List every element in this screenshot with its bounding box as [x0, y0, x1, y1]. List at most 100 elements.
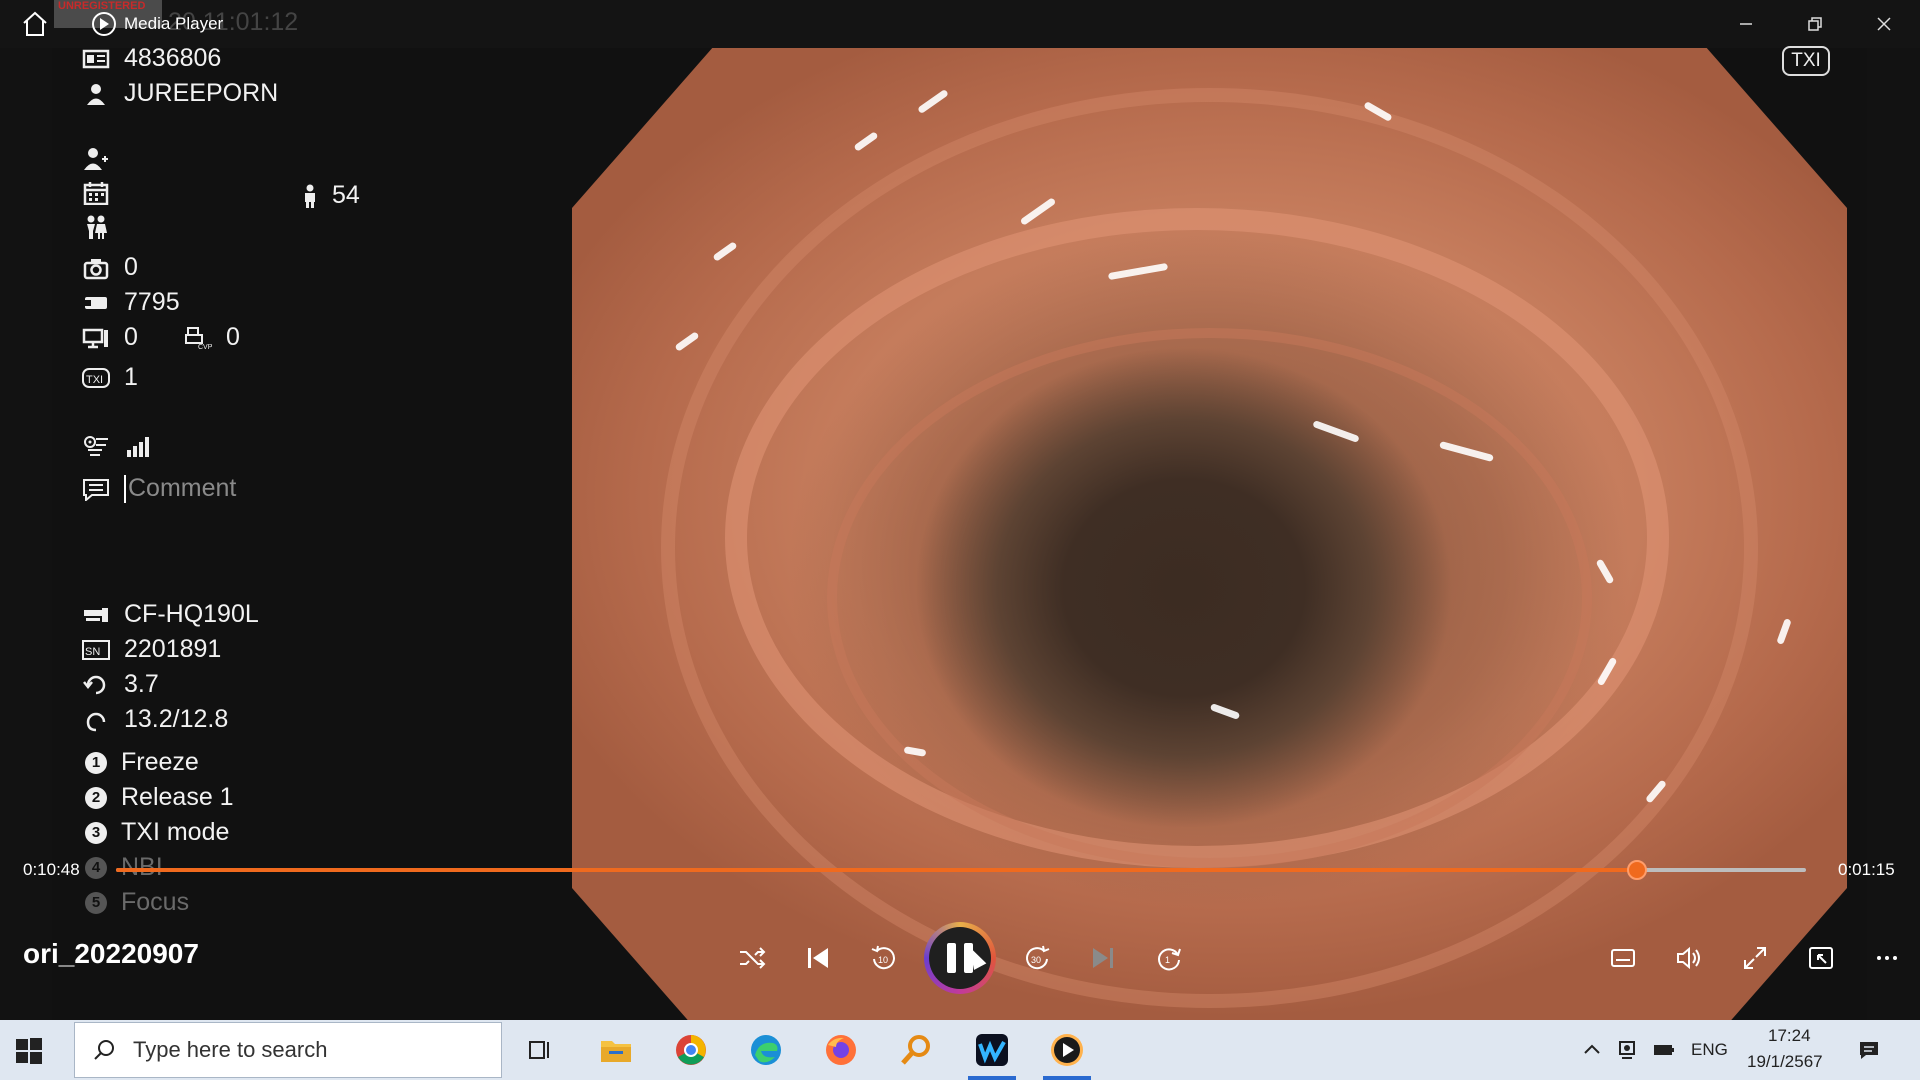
- windows-logo-icon: [16, 1038, 42, 1064]
- more-options-button[interactable]: [1865, 936, 1909, 980]
- seek-bar[interactable]: [116, 860, 1806, 880]
- task-view-button[interactable]: [512, 1026, 568, 1074]
- media-player-app-icon: [1051, 1034, 1083, 1066]
- minimize-button[interactable]: [1723, 6, 1769, 42]
- button-5-row: 5 Focus: [82, 888, 189, 917]
- light-reflection: [674, 331, 700, 352]
- scope-icon: [82, 603, 110, 627]
- fullscreen-icon: [1744, 947, 1766, 969]
- search-icon: [75, 1038, 133, 1062]
- restore-button[interactable]: [1792, 6, 1838, 42]
- endoscopy-frame: [572, 48, 1847, 1020]
- rotation-value: 3.7: [124, 670, 159, 698]
- meeting-tray-icon[interactable]: [1616, 1038, 1640, 1062]
- seek-thumb[interactable]: [1627, 860, 1647, 880]
- photo-count-row: 0: [82, 253, 138, 282]
- fullscreen-button[interactable]: [1733, 936, 1777, 980]
- patient-id: 4836806: [124, 44, 222, 72]
- battery-icon[interactable]: [1652, 1038, 1676, 1062]
- elapsed-time: 0:10:48: [23, 860, 80, 879]
- taskbar-media-player[interactable]: [1039, 1026, 1095, 1080]
- edge-icon: [751, 1035, 781, 1065]
- calendar-icon: [82, 181, 110, 206]
- notifications-icon[interactable]: [1857, 1038, 1881, 1062]
- button-number: 5: [85, 891, 107, 914]
- pause-button[interactable]: [924, 922, 996, 994]
- home-icon[interactable]: [20, 10, 50, 38]
- button-label: TXI mode: [121, 818, 230, 846]
- taskbar-edge[interactable]: [738, 1026, 794, 1074]
- taskbar-webex[interactable]: [964, 1026, 1020, 1080]
- light-reflection: [852, 131, 879, 152]
- taskbar-search-tool[interactable]: [888, 1026, 944, 1074]
- taskbar-chrome[interactable]: [663, 1026, 719, 1074]
- taskbar-firefox[interactable]: [813, 1026, 869, 1074]
- film-count-row: 7795: [82, 288, 180, 317]
- ratio-value: 13.2/12.8: [124, 705, 229, 733]
- ratio-row: 13.2/12.8: [82, 705, 228, 734]
- comment-row[interactable]: Comment: [82, 474, 236, 503]
- taskbar-file-explorer[interactable]: [588, 1026, 644, 1074]
- seek-bar-progress: [116, 868, 1637, 872]
- volume-button[interactable]: [1667, 936, 1711, 980]
- shuffle-button[interactable]: [730, 936, 774, 980]
- remaining-time: 0:01:15: [1838, 860, 1895, 879]
- patient-age: 54: [332, 181, 360, 209]
- svg-text:30: 30: [1031, 955, 1041, 965]
- cvp-row: CVP 0: [184, 323, 240, 352]
- repeat-button[interactable]: 1: [1147, 936, 1191, 980]
- doctor-icon: [82, 147, 110, 171]
- comment-field[interactable]: Comment: [128, 474, 236, 503]
- id-card-icon: [82, 47, 110, 71]
- button-number: 2: [85, 786, 107, 809]
- rewind-10-button[interactable]: 10: [862, 936, 906, 980]
- serial-number: 2201891: [124, 635, 222, 663]
- next-button[interactable]: [1081, 936, 1125, 980]
- taskbar-search[interactable]: [74, 1022, 502, 1078]
- patient-name: JUREEPORN: [124, 79, 279, 107]
- button-label: Focus: [121, 888, 190, 916]
- person-icon: [82, 82, 110, 106]
- captions-icon: [1611, 949, 1635, 967]
- gender-row: [82, 215, 124, 239]
- button-3-row: 3 TXI mode: [82, 818, 229, 847]
- svg-text:TXI: TXI: [86, 374, 103, 386]
- monitor-row: 0: [82, 323, 138, 352]
- svg-text:10: 10: [878, 955, 888, 965]
- svg-text:CVP: CVP: [198, 344, 212, 350]
- windows-start-button[interactable]: [14, 1036, 44, 1066]
- previous-button[interactable]: [796, 936, 840, 980]
- captions-button[interactable]: [1601, 936, 1645, 980]
- age-row: 54: [296, 181, 360, 210]
- svg-text:1: 1: [1165, 955, 1170, 965]
- txi-icon: TXI: [82, 366, 110, 390]
- skip-previous-icon: [808, 948, 828, 968]
- forward-30-button[interactable]: 30: [1015, 936, 1059, 980]
- app-title: Media Player: [92, 12, 223, 36]
- firefox-icon: [826, 1035, 856, 1065]
- search-input[interactable]: [133, 1037, 473, 1063]
- air-setting-icon: [82, 434, 110, 458]
- serial-number-icon: SN: [82, 638, 110, 662]
- chrome-icon: [676, 1035, 706, 1065]
- clock-date[interactable]: 19/1/2567: [1747, 1052, 1823, 1072]
- rewind-10-icon: 10: [871, 945, 895, 970]
- app-name: Media Player: [124, 14, 224, 33]
- patient-name-row: JUREEPORN: [82, 79, 278, 108]
- clock-time[interactable]: 17:24: [1768, 1026, 1811, 1046]
- mini-player-button[interactable]: [1799, 936, 1843, 980]
- button-number: 1: [85, 751, 107, 774]
- button-1-row: 1 Freeze: [82, 748, 199, 777]
- webex-icon: [976, 1034, 1008, 1066]
- show-hidden-icons-chevron-icon[interactable]: [1580, 1038, 1604, 1062]
- serial-row: SN 2201891: [82, 635, 221, 664]
- button-number: 4: [85, 856, 107, 879]
- scope-model-row: CF-HQ190L: [82, 600, 259, 629]
- close-button[interactable]: [1861, 6, 1907, 42]
- text-caret: [124, 474, 126, 503]
- camera-icon: [82, 256, 110, 280]
- input-language[interactable]: ENG: [1691, 1040, 1728, 1060]
- signal-bars-icon: [124, 434, 152, 458]
- cvp-printer-icon: CVP: [184, 326, 213, 351]
- monitor-count: 0: [124, 323, 138, 351]
